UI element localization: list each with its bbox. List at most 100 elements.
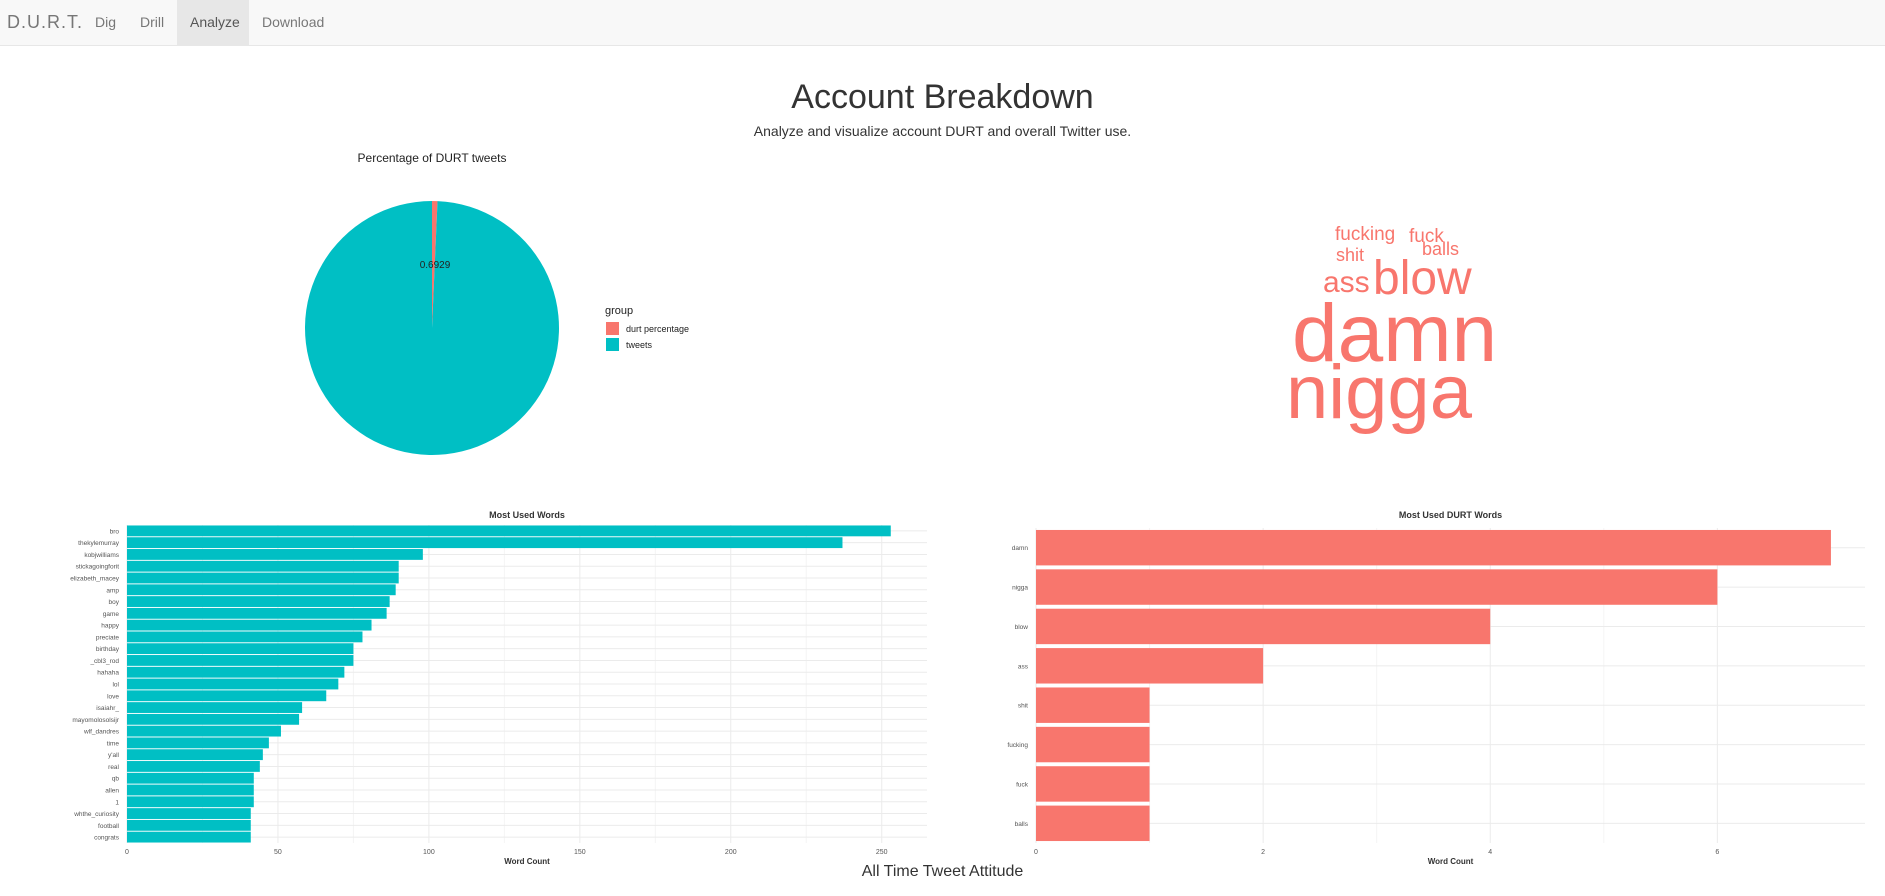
chart-title: Percentage of DURT tweets <box>358 151 507 165</box>
y-tick-label: nigga <box>1012 585 1028 592</box>
nav-drill[interactable]: Drill <box>127 0 177 45</box>
bar <box>127 772 254 784</box>
x-tick-label: 2 <box>1261 849 1265 856</box>
most-used-durt-words-chart: Most Used DURT Words damn nigga blow ass shit… <box>1007 510 1865 866</box>
bar <box>127 525 891 537</box>
bar <box>127 761 260 772</box>
x-tick-label: 50 <box>274 849 282 856</box>
bar <box>1036 805 1150 842</box>
bar <box>127 713 300 725</box>
bar <box>127 655 354 666</box>
legend-label: durt percentage <box>626 324 689 334</box>
bar <box>127 831 251 843</box>
bar <box>127 549 423 560</box>
y-tick-label: stickagoingforit <box>76 564 120 571</box>
y-tick-label: congrats <box>94 835 120 842</box>
bar <box>127 737 269 749</box>
bar <box>1036 766 1150 802</box>
brand-logo[interactable]: D.U.R.T. <box>7 12 83 33</box>
bar <box>1036 687 1150 723</box>
nav-dig[interactable]: Dig <box>82 0 129 45</box>
bar <box>1036 608 1491 645</box>
legend-title: group <box>605 305 633 317</box>
y-tick-label: lol <box>112 682 119 689</box>
bar <box>127 725 281 737</box>
bar <box>127 796 254 808</box>
y-tick-label: _cbl3_rod <box>89 658 119 665</box>
x-tick-label: 0 <box>1034 849 1038 856</box>
y-tick-label: isaiahr_ <box>96 705 119 712</box>
chart-title: Most Used DURT Words <box>1399 510 1502 520</box>
page-subtitle: Analyze and visualize account DURT and o… <box>753 123 1132 139</box>
bar <box>127 631 363 643</box>
x-tick-label: 100 <box>423 849 435 856</box>
bar <box>127 749 263 761</box>
chart-title: Most Used Words <box>489 510 565 520</box>
bar <box>127 560 399 572</box>
most-used-words-chart: Most Used Words bro thekylemurray kobjwilli… <box>70 510 927 866</box>
y-tick-label: bro <box>110 528 120 535</box>
bar <box>1036 726 1150 763</box>
legend-swatch <box>606 322 619 335</box>
legend-label: tweets <box>626 340 653 350</box>
navbar: D.U.R.T. Dig Drill Analyze Download <box>0 0 1885 46</box>
bar <box>127 643 354 655</box>
legend-swatch <box>606 338 619 351</box>
y-tick-label: game <box>103 611 120 618</box>
y-tick-label: birthday <box>96 646 120 653</box>
y-tick-label: time <box>107 740 120 747</box>
y-tick-label: real <box>108 764 119 771</box>
bar <box>1036 648 1264 684</box>
page-title: Account Breakdown <box>791 78 1094 116</box>
bar <box>127 702 303 713</box>
y-tick-label: wlf_dandres <box>83 729 120 736</box>
bar <box>127 537 843 549</box>
y-tick-label: allen <box>105 788 119 795</box>
x-tick-label: 4 <box>1488 849 1492 856</box>
y-tick-label: fucking <box>1007 742 1028 749</box>
bar <box>127 596 390 607</box>
x-tick-label: 150 <box>574 849 586 856</box>
x-tick-label: 6 <box>1715 849 1719 856</box>
y-tick-label: fuck <box>1016 781 1029 788</box>
y-tick-label: y'all <box>108 752 120 759</box>
section-title-tweet-attitude: All Time Tweet Attitude <box>861 863 1024 880</box>
y-tick-label: football <box>98 823 120 830</box>
x-tick-label: 200 <box>725 849 737 856</box>
bar <box>127 572 399 584</box>
bar <box>127 666 345 678</box>
bar <box>127 784 254 796</box>
nav-download[interactable]: Download <box>249 0 337 45</box>
y-tick-label: whthe_curiosity <box>73 811 120 818</box>
bar <box>127 619 372 631</box>
word-cloud: fucking fuck shit balls ass blow damn ni… <box>1270 215 1650 435</box>
cloud-word: shit <box>1336 245 1365 265</box>
bar <box>127 584 396 596</box>
x-tick-label: 250 <box>876 849 888 856</box>
y-tick-label: hahaha <box>97 670 119 677</box>
bar <box>1036 569 1718 605</box>
x-tick-label: 0 <box>125 849 129 856</box>
pie-label: 0.6929 <box>420 260 451 271</box>
bar <box>127 808 251 819</box>
y-tick-label: happy <box>101 623 119 630</box>
bar <box>1036 529 1831 566</box>
bar <box>127 607 387 619</box>
y-tick-label: amp <box>106 587 119 594</box>
y-tick-label: mayomolosolsijr <box>72 717 119 724</box>
bar <box>127 678 339 690</box>
y-tick-label: boy <box>109 599 120 606</box>
y-tick-label: elizabeth_macey <box>70 576 120 583</box>
bar <box>127 819 251 831</box>
y-tick-label: preciate <box>96 634 120 641</box>
y-tick-label: damn <box>1012 545 1029 552</box>
bar <box>127 690 327 702</box>
cloud-word: fucking <box>1335 224 1396 245</box>
y-tick-label: blow <box>1015 624 1029 631</box>
y-tick-label: love <box>107 693 119 700</box>
y-tick-label: shit <box>1018 703 1028 710</box>
y-tick-label: thekylemurray <box>78 540 120 547</box>
y-tick-label: 1 <box>115 799 119 806</box>
nav-analyze[interactable]: Analyze <box>177 0 249 45</box>
y-tick-label: kobjwilliams <box>84 552 119 559</box>
